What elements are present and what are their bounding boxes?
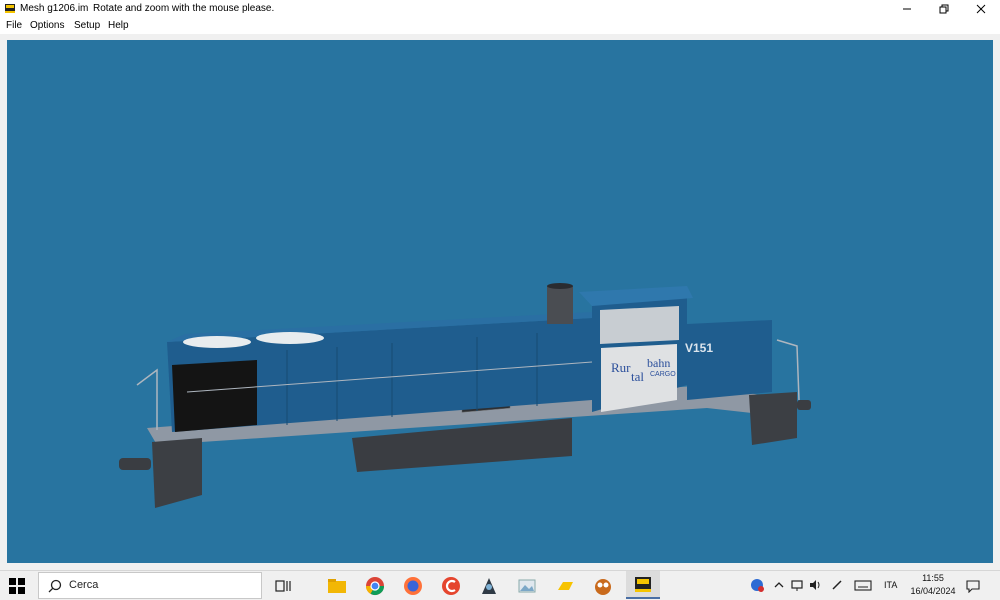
loco-number: V151: [685, 341, 713, 355]
locomotive-app-icon: [5, 4, 15, 13]
handrail-right: [776, 339, 800, 401]
search-icon: [48, 579, 62, 593]
ccleaner-icon[interactable]: [440, 575, 462, 597]
chevron-up-icon[interactable]: [772, 578, 786, 592]
menu-setup[interactable]: Setup: [74, 20, 100, 31]
keyboard-icon[interactable]: [854, 578, 872, 592]
3d-viewport[interactable]: V151 Rur bahn tal CARGO: [7, 40, 993, 563]
pen-icon[interactable]: [830, 578, 844, 592]
logo-rur: Rur: [611, 360, 631, 375]
window-title: Mesh g1206.im: [20, 3, 89, 14]
handrail-left: [136, 368, 158, 430]
file-explorer-icon[interactable]: [326, 575, 348, 597]
menu-file[interactable]: File: [6, 20, 22, 31]
minimize-icon: [903, 8, 911, 10]
close-button[interactable]: [964, 0, 998, 18]
restore-icon: [939, 4, 949, 14]
loco-short-hood: [687, 320, 772, 400]
cloud-drive-icon[interactable]: [554, 575, 576, 597]
roof-fan-1: [183, 336, 251, 348]
radiator-grille: [172, 360, 257, 432]
chrome-icon[interactable]: [364, 575, 386, 597]
window-message: Rotate and zoom with the mouse please.: [93, 3, 275, 14]
logo-bahn: bahn: [647, 356, 670, 370]
menu-help[interactable]: Help: [108, 20, 129, 31]
taskbar: Cerca ITA 11:55 16/04/2024: [0, 570, 1000, 600]
owl-app-icon[interactable]: [592, 575, 614, 597]
notifications-icon[interactable]: [966, 579, 980, 593]
roof-fan-2: [256, 332, 324, 344]
restore-button[interactable]: [927, 0, 961, 18]
firefox-icon[interactable]: [402, 575, 424, 597]
windows-start-icon[interactable]: [9, 578, 25, 594]
volume-icon[interactable]: [808, 578, 822, 592]
logo-cargo: CARGO: [650, 371, 676, 378]
pilot-left: [152, 438, 202, 508]
exhaust-stack: [547, 286, 573, 324]
taskbar-search-box[interactable]: Cerca: [38, 572, 262, 599]
language-indicator[interactable]: ITA: [884, 580, 897, 590]
buffer-right: [797, 400, 811, 410]
clock-time[interactable]: 11:55: [918, 573, 948, 583]
logo-tal: tal: [631, 369, 644, 384]
pilot-right: [749, 392, 797, 445]
locomotive-model[interactable]: V151 Rur bahn tal CARGO: [7, 40, 993, 563]
title-bar: Mesh g1206.im Rotate and zoom with the m…: [0, 0, 1000, 18]
clock-date[interactable]: 16/04/2024: [904, 586, 962, 596]
menu-bar: File Options Setup Help: [0, 18, 1000, 34]
search-placeholder: Cerca: [69, 579, 99, 591]
image-viewer-icon[interactable]: [516, 575, 538, 597]
menu-options[interactable]: Options: [30, 20, 64, 31]
minimize-button[interactable]: [890, 0, 924, 18]
exhaust-top: [547, 283, 573, 289]
buffer-left: [119, 458, 151, 470]
taskbar-active-app[interactable]: [626, 571, 660, 599]
help-alert-icon[interactable]: [750, 578, 764, 592]
close-icon: [976, 4, 986, 14]
cab-windows: [600, 306, 679, 344]
game-character-icon[interactable]: [478, 575, 500, 597]
network-icon[interactable]: [790, 578, 804, 592]
task-view-icon[interactable]: [272, 575, 294, 597]
locomotive-app-icon: [635, 577, 651, 592]
